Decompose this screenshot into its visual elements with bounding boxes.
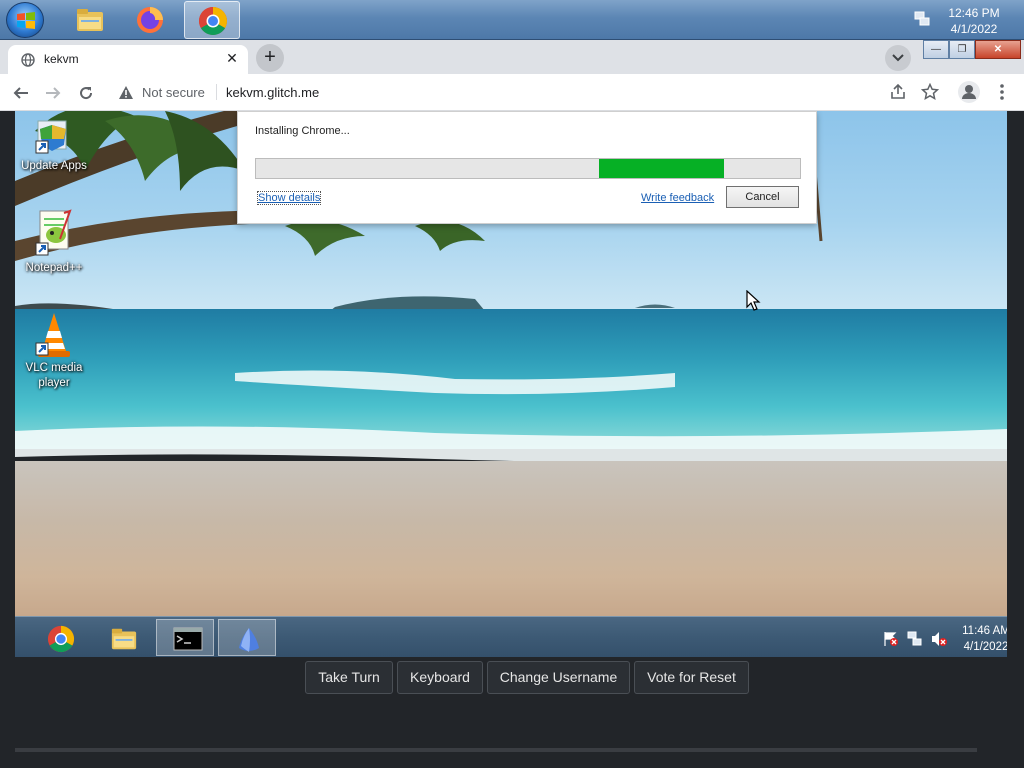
write-feedback-link[interactable]: Write feedback [641, 192, 714, 204]
vm-taskbar-chrome[interactable] [31, 619, 89, 656]
chrome-installer-dialog: Installing Chrome... Show details Write … [237, 111, 817, 224]
back-arrow-icon [13, 87, 28, 99]
reload-button[interactable] [73, 80, 99, 106]
notepad-plus-plus-icon [35, 209, 72, 256]
vlc-cone-icon [35, 313, 70, 357]
vm-taskbar-command-prompt[interactable] [156, 619, 214, 656]
installer-message: Installing Chrome... [255, 125, 350, 137]
host-clock-date: 4/1/2022 [950, 22, 998, 36]
more-menu-icon[interactable] [995, 83, 1009, 101]
tab-close-icon[interactable]: ✕ [224, 50, 240, 66]
taskbar-chrome[interactable] [184, 1, 240, 39]
action-center-flag-icon[interactable] [883, 631, 899, 647]
installer-progress-fill [598, 159, 724, 178]
host-taskbar: 12:46 PM 4/1/2022 [0, 0, 1024, 40]
wallpaper-sand [15, 461, 1007, 616]
vm-screen[interactable]: Update Apps Notepad++ VLC media player I… [15, 111, 1007, 657]
close-window-button[interactable]: ✕ [975, 40, 1021, 59]
taskbar-windows-explorer[interactable] [62, 1, 118, 39]
desktop-icon-update-apps[interactable]: Update Apps [15, 117, 93, 174]
bookmark-star-icon[interactable] [921, 83, 939, 101]
wallpaper-waves [15, 370, 1007, 464]
keyboard-button[interactable]: Keyboard [397, 661, 483, 694]
new-tab-button[interactable]: + [256, 44, 284, 72]
tab-kekvm[interactable]: kekvm ✕ [8, 45, 248, 74]
desktop-icon-label: Update Apps [21, 160, 87, 172]
desktop-icon-label: Notepad++ [25, 262, 83, 274]
vote-for-reset-button[interactable]: Vote for Reset [634, 661, 749, 694]
show-details-link[interactable]: Show details [256, 191, 322, 205]
change-username-button[interactable]: Change Username [487, 661, 630, 694]
firefox-icon [137, 7, 163, 33]
windows-start-button[interactable] [6, 2, 44, 38]
tab-search-button[interactable] [885, 45, 911, 71]
browser-toolbar: Not secure kekvm.glitch.me [0, 74, 1024, 111]
desktop-icon-vlc[interactable]: VLC media player [15, 311, 93, 391]
mouse-cursor-icon [746, 290, 761, 311]
reload-icon [80, 87, 93, 100]
chrome-icon [199, 7, 227, 35]
back-button[interactable] [8, 80, 34, 106]
installer-cancel-button[interactable]: Cancel [726, 186, 799, 208]
chrome-tab-strip: kekvm ✕ + — ❐ ✕ [0, 40, 1024, 74]
vm-taskbar-installer[interactable] [218, 619, 276, 656]
desktop-icon-label: VLC media player [25, 362, 83, 389]
command-prompt-icon [173, 627, 203, 651]
vm-taskbar: 11:46 AM 4/1/2022 [15, 616, 1007, 657]
network-icon[interactable] [913, 10, 931, 28]
take-turn-button[interactable]: Take Turn [305, 661, 393, 694]
desktop-icon-notepad-plus-plus[interactable]: Notepad++ [15, 209, 93, 276]
vm-clock[interactable]: 11:46 AM 4/1/2022 [961, 623, 1007, 655]
forward-button[interactable] [40, 80, 66, 106]
volume-muted-icon[interactable] [931, 631, 947, 647]
omnibox-separator [216, 84, 217, 100]
restore-button[interactable]: ❐ [949, 40, 975, 59]
installer-progress-bar [255, 158, 801, 179]
taskbar-firefox[interactable] [122, 1, 178, 39]
host-clock[interactable]: 12:46 PM 4/1/2022 [934, 5, 1014, 37]
minimize-button[interactable]: — [923, 40, 949, 59]
share-icon[interactable] [889, 83, 907, 101]
vm-taskbar-explorer[interactable] [93, 619, 151, 656]
network-icon[interactable] [907, 631, 923, 647]
update-shield-icon [35, 120, 67, 154]
tab-title: kekvm [44, 52, 79, 66]
host-clock-time: 12:46 PM [948, 6, 1000, 20]
window-controls: — ❐ ✕ [923, 40, 1021, 59]
profile-button[interactable] [958, 81, 980, 103]
horizontal-scrollbar[interactable] [15, 748, 977, 752]
folder-icon [111, 628, 137, 650]
installer-crystal-icon [239, 628, 259, 652]
warning-triangle-icon [119, 86, 133, 99]
chrome-icon [47, 625, 75, 653]
windows-logo-icon [17, 12, 35, 29]
globe-icon [21, 53, 35, 67]
address-bar[interactable]: Not secure kekvm.glitch.me [108, 78, 880, 107]
security-status[interactable]: Not secure [142, 85, 205, 100]
profile-icon [962, 85, 976, 99]
forward-arrow-icon [46, 87, 61, 99]
url-text[interactable]: kekvm.glitch.me [226, 85, 319, 100]
vm-clock-time: 11:46 AM [962, 625, 1007, 637]
chevron-down-icon [892, 54, 904, 62]
folder-icon [77, 9, 103, 31]
vm-clock-date: 4/1/2022 [963, 641, 1007, 653]
